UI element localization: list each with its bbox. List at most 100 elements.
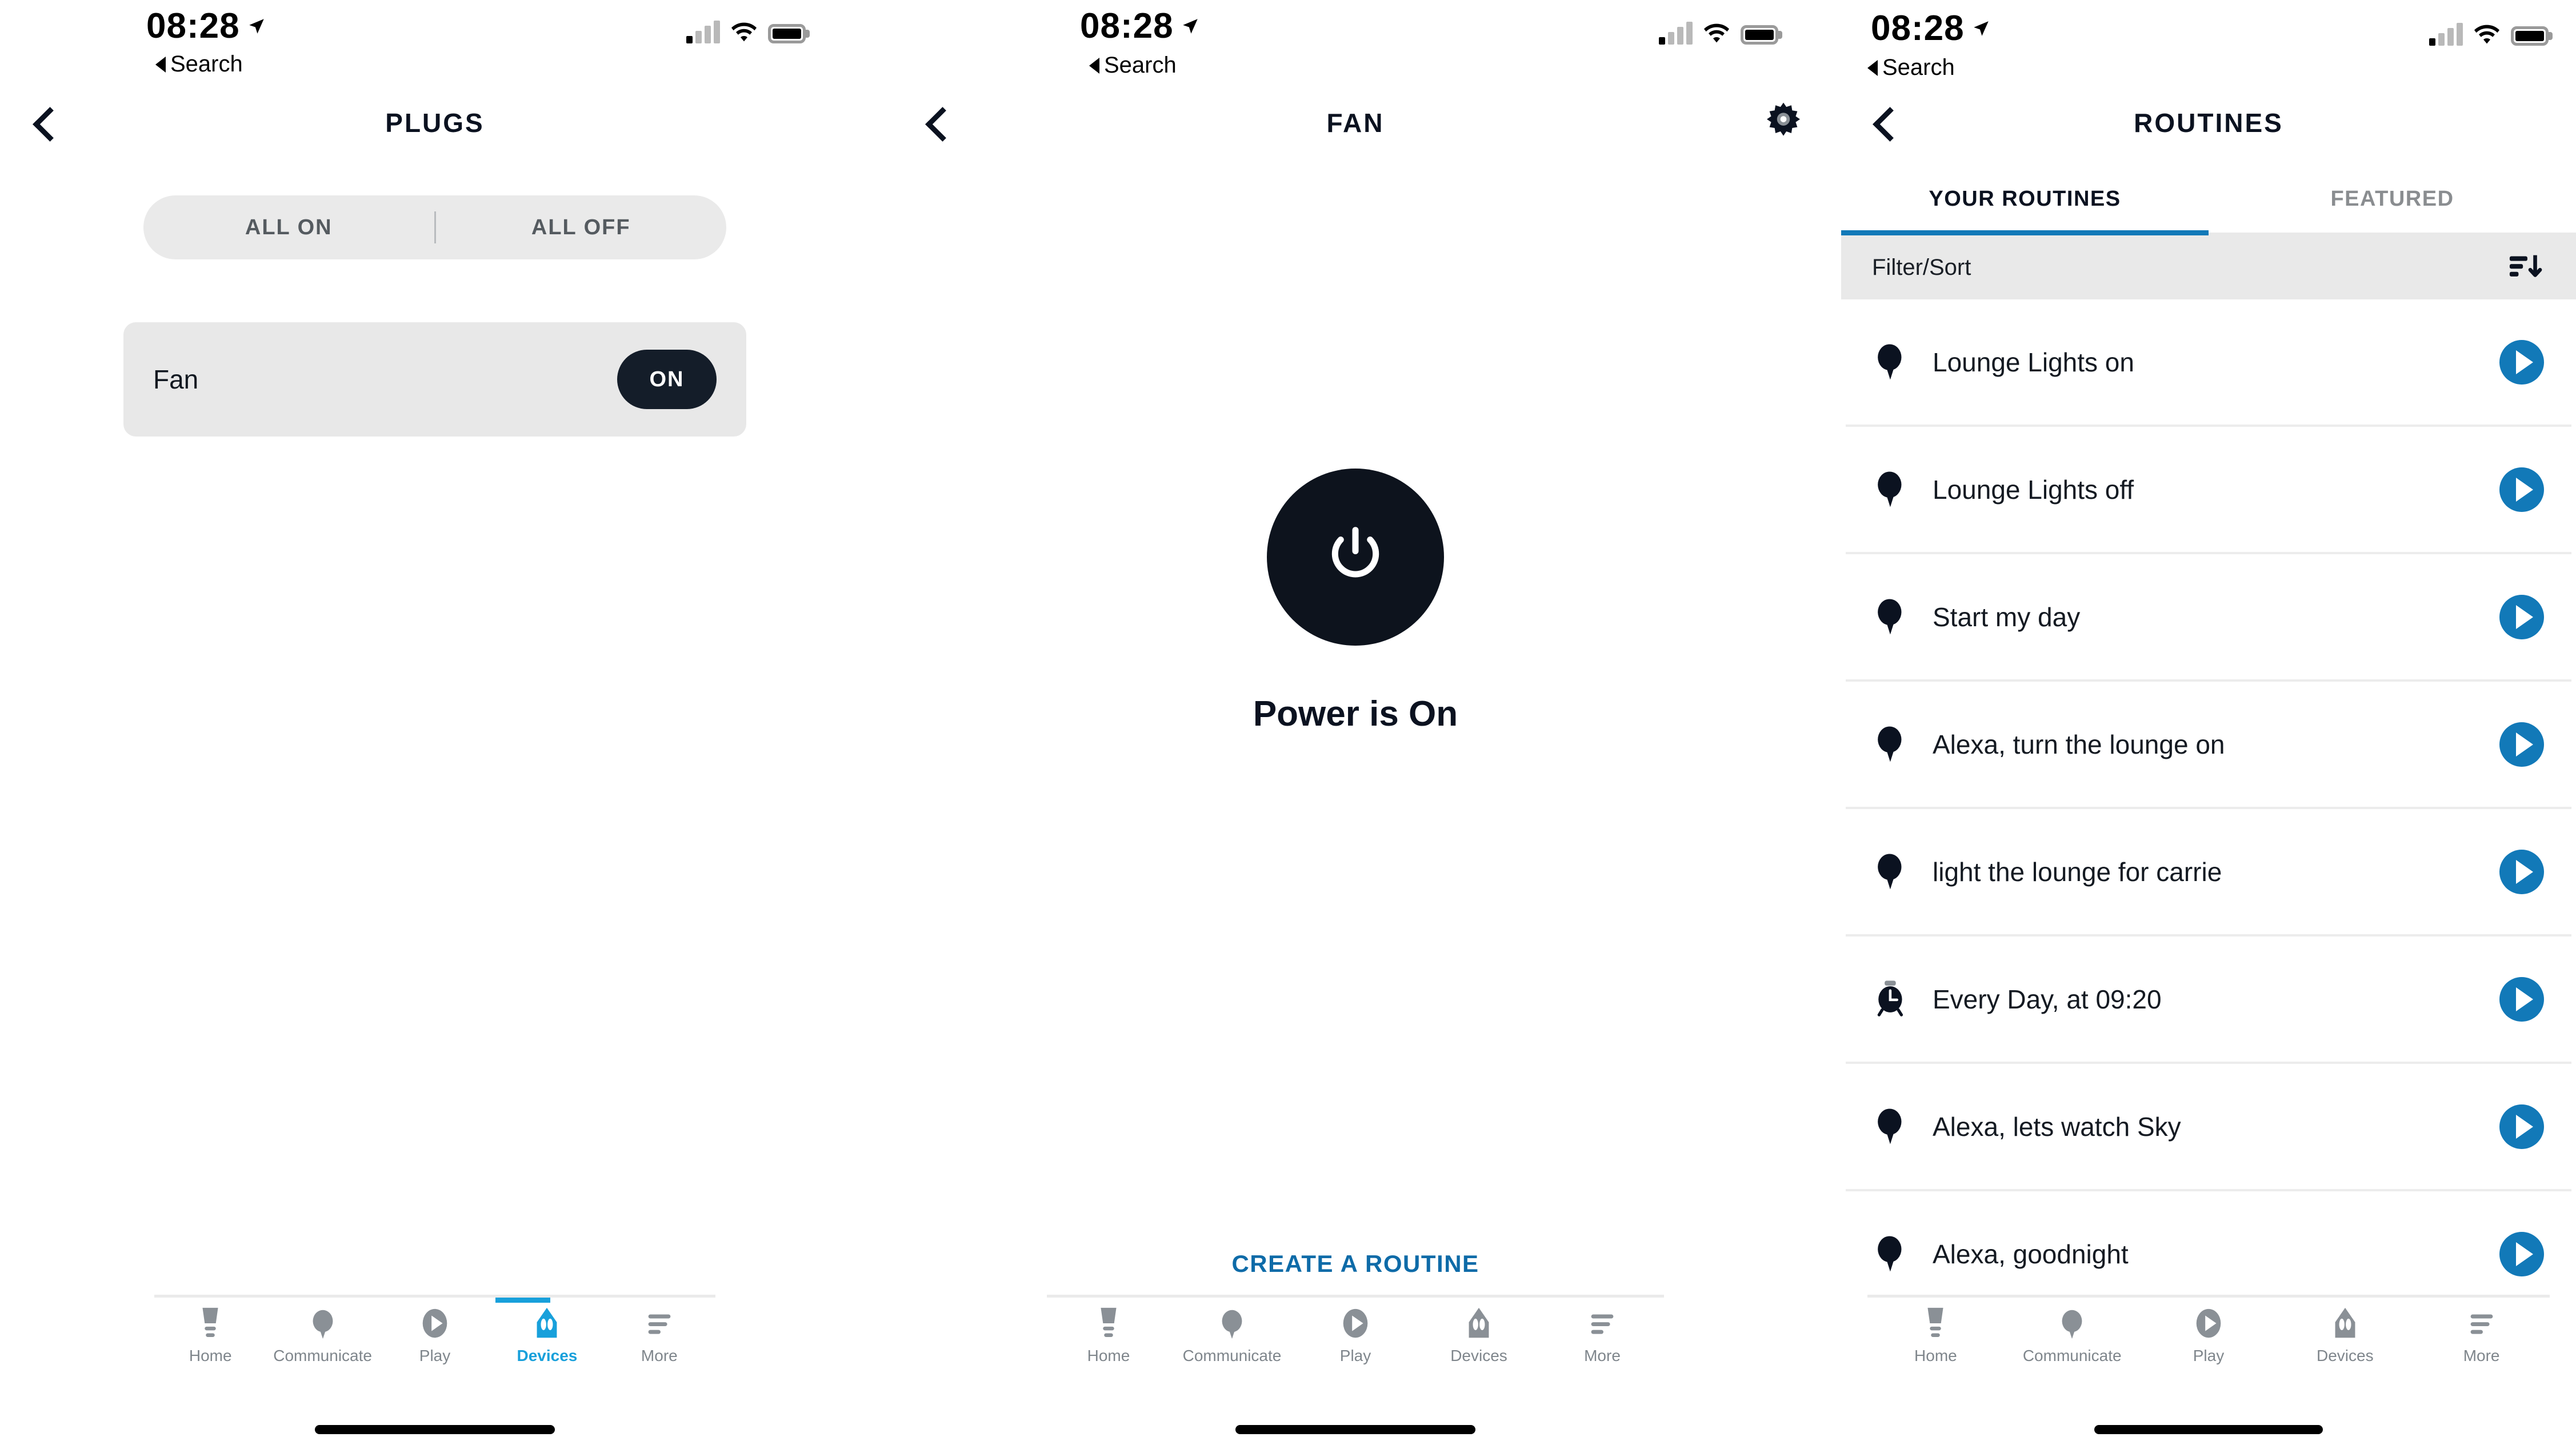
wifi-icon	[1704, 23, 1729, 43]
play-icon[interactable]	[2499, 467, 2544, 512]
bottom-tabbar-plugs: Home Communicate Play Devices More	[0, 1295, 870, 1449]
more-lines-icon	[2466, 1306, 2498, 1341]
tab-label: FEATURED	[2330, 187, 2454, 211]
tab-devices[interactable]: Devices	[491, 1306, 603, 1365]
routine-label: Lounge Lights on	[1933, 347, 2134, 377]
gear-icon[interactable]	[1761, 99, 1806, 147]
tab-home[interactable]: Home	[1047, 1306, 1170, 1365]
all-on-off-segmented-control[interactable]: ALL ON ALL OFF	[143, 195, 726, 259]
tab-home[interactable]: Home	[1867, 1306, 2004, 1365]
status-bar-back-to-search[interactable]: Search	[1867, 55, 1955, 81]
list-item[interactable]: light the lounge for carrie	[1846, 809, 2571, 936]
device-power-toggle[interactable]: ON	[617, 350, 717, 409]
status-bar-time: 08:28	[1080, 6, 1200, 46]
status-time-text: 08:28	[1080, 6, 1174, 46]
status-bar-indicators	[2429, 23, 2549, 46]
tab-play[interactable]: Play	[379, 1306, 491, 1365]
play-icon[interactable]	[2499, 339, 2544, 385]
tab-featured[interactable]: FEATURED	[2209, 166, 2576, 233]
routines-list: Lounge Lights on Lounge Lights off Start…	[1841, 299, 2576, 1319]
tab-home[interactable]: Home	[154, 1306, 266, 1365]
chevron-left-icon[interactable]	[1870, 107, 1901, 138]
home-indicator[interactable]	[2094, 1425, 2323, 1434]
screen-routines: 08:28 Search ROUTINES YOUR ROUTINES FEAT…	[1841, 0, 2576, 1449]
power-icon	[1331, 527, 1379, 578]
list-item[interactable]: Alexa, lets watch Sky	[1846, 1064, 2571, 1191]
screen-fan: 08:28 Search FAN Power is On CREATE A RO…	[870, 0, 1841, 1449]
battery-full-icon	[768, 24, 806, 43]
speech-bubble-icon	[1873, 851, 1933, 893]
play-icon[interactable]	[2499, 722, 2544, 767]
tab-label: YOUR ROUTINES	[1929, 187, 2121, 211]
routines-tabs: YOUR ROUTINES FEATURED	[1841, 166, 2576, 235]
screen-plugs: 08:28 Search PLUGS ALL ON ALL OFF Fan ON…	[0, 0, 870, 1449]
play-icon[interactable]	[2499, 849, 2544, 894]
tab-communicate[interactable]: Communicate	[2004, 1306, 2141, 1365]
tab-label: Communicate	[1182, 1347, 1282, 1364]
fan-body: Power is On CREATE A ROUTINE	[870, 166, 1841, 1449]
status-back-label: Search	[1882, 55, 1955, 80]
chevron-left-icon[interactable]	[30, 107, 61, 138]
tab-label: More	[641, 1347, 678, 1364]
sort-descending-icon[interactable]	[2507, 250, 2545, 285]
list-item[interactable]: Every Day, at 09:20	[1846, 936, 2571, 1064]
active-tab-indicator	[495, 1298, 551, 1303]
status-bar-indicators	[686, 21, 806, 43]
routine-label: Every Day, at 09:20	[1933, 984, 2162, 1014]
tab-play[interactable]: Play	[2141, 1306, 2277, 1365]
wifi-icon	[2474, 25, 2499, 44]
play-icon[interactable]	[2499, 594, 2544, 639]
bottom-tabbar-routines: Home Communicate Play Devices More	[1841, 1295, 2576, 1449]
tab-devices[interactable]: Devices	[2277, 1306, 2413, 1365]
home-indicator[interactable]	[315, 1425, 555, 1434]
status-bar-time: 08:28	[146, 6, 266, 46]
tab-more[interactable]: More	[1541, 1306, 1664, 1365]
filter-sort-bar[interactable]: Filter/Sort	[1841, 235, 2576, 299]
tab-label: Play	[419, 1347, 451, 1364]
back-triangle-icon	[1867, 59, 1878, 76]
back-triangle-icon	[155, 56, 166, 73]
cellular-signal-icon	[1659, 22, 1693, 45]
all-off-button[interactable]: ALL OFF	[436, 215, 727, 240]
tab-more[interactable]: More	[603, 1306, 715, 1365]
all-on-button[interactable]: ALL ON	[143, 215, 434, 240]
tab-more[interactable]: More	[2413, 1306, 2550, 1365]
status-back-label: Search	[170, 51, 243, 77]
play-icon[interactable]	[2499, 976, 2544, 1022]
bottom-tabbar-fan: Home Communicate Play Devices More	[870, 1295, 1841, 1449]
device-card-fan[interactable]: Fan ON	[123, 322, 746, 437]
battery-full-icon	[1741, 25, 1778, 45]
speech-bubble-icon	[2056, 1306, 2088, 1341]
devices-icon	[532, 1306, 562, 1341]
list-item[interactable]: Alexa, turn the lounge on	[1846, 682, 2571, 809]
tab-play[interactable]: Play	[1294, 1306, 1417, 1365]
power-control: Power is On	[870, 469, 1841, 734]
list-item[interactable]: Lounge Lights on	[1846, 299, 2571, 427]
filter-sort-label: Filter/Sort	[1872, 254, 1971, 280]
speech-bubble-icon	[1873, 1106, 1933, 1148]
power-toggle-button[interactable]	[1267, 469, 1444, 646]
tab-your-routines[interactable]: YOUR ROUTINES	[1841, 166, 2209, 235]
play-circle-icon	[1339, 1306, 1372, 1341]
speech-bubble-icon	[1873, 1233, 1933, 1275]
tab-label: Play	[2193, 1347, 2225, 1364]
tab-devices[interactable]: Devices	[1417, 1306, 1541, 1365]
list-item[interactable]: Start my day	[1846, 554, 2571, 682]
home-indicator[interactable]	[1235, 1425, 1475, 1434]
tab-communicate[interactable]: Communicate	[266, 1306, 378, 1365]
chevron-left-icon[interactable]	[922, 107, 953, 138]
location-arrow-icon	[1182, 18, 1198, 34]
play-icon[interactable]	[2499, 1104, 2544, 1149]
play-icon[interactable]	[2499, 1231, 2544, 1276]
status-bar-back-to-search[interactable]: Search	[1089, 53, 1177, 78]
devices-icon	[2330, 1306, 2360, 1341]
tab-label: Communicate	[2022, 1347, 2122, 1364]
home-speaker-icon	[194, 1306, 226, 1341]
location-arrow-icon	[249, 18, 264, 34]
tab-communicate[interactable]: Communicate	[1170, 1306, 1294, 1365]
list-item[interactable]: Lounge Lights off	[1846, 427, 2571, 554]
page-title: PLUGS	[385, 108, 485, 138]
status-bar-back-to-search[interactable]: Search	[155, 51, 243, 77]
create-routine-link[interactable]: CREATE A ROUTINE	[870, 1250, 1841, 1278]
speech-bubble-icon	[307, 1306, 339, 1341]
